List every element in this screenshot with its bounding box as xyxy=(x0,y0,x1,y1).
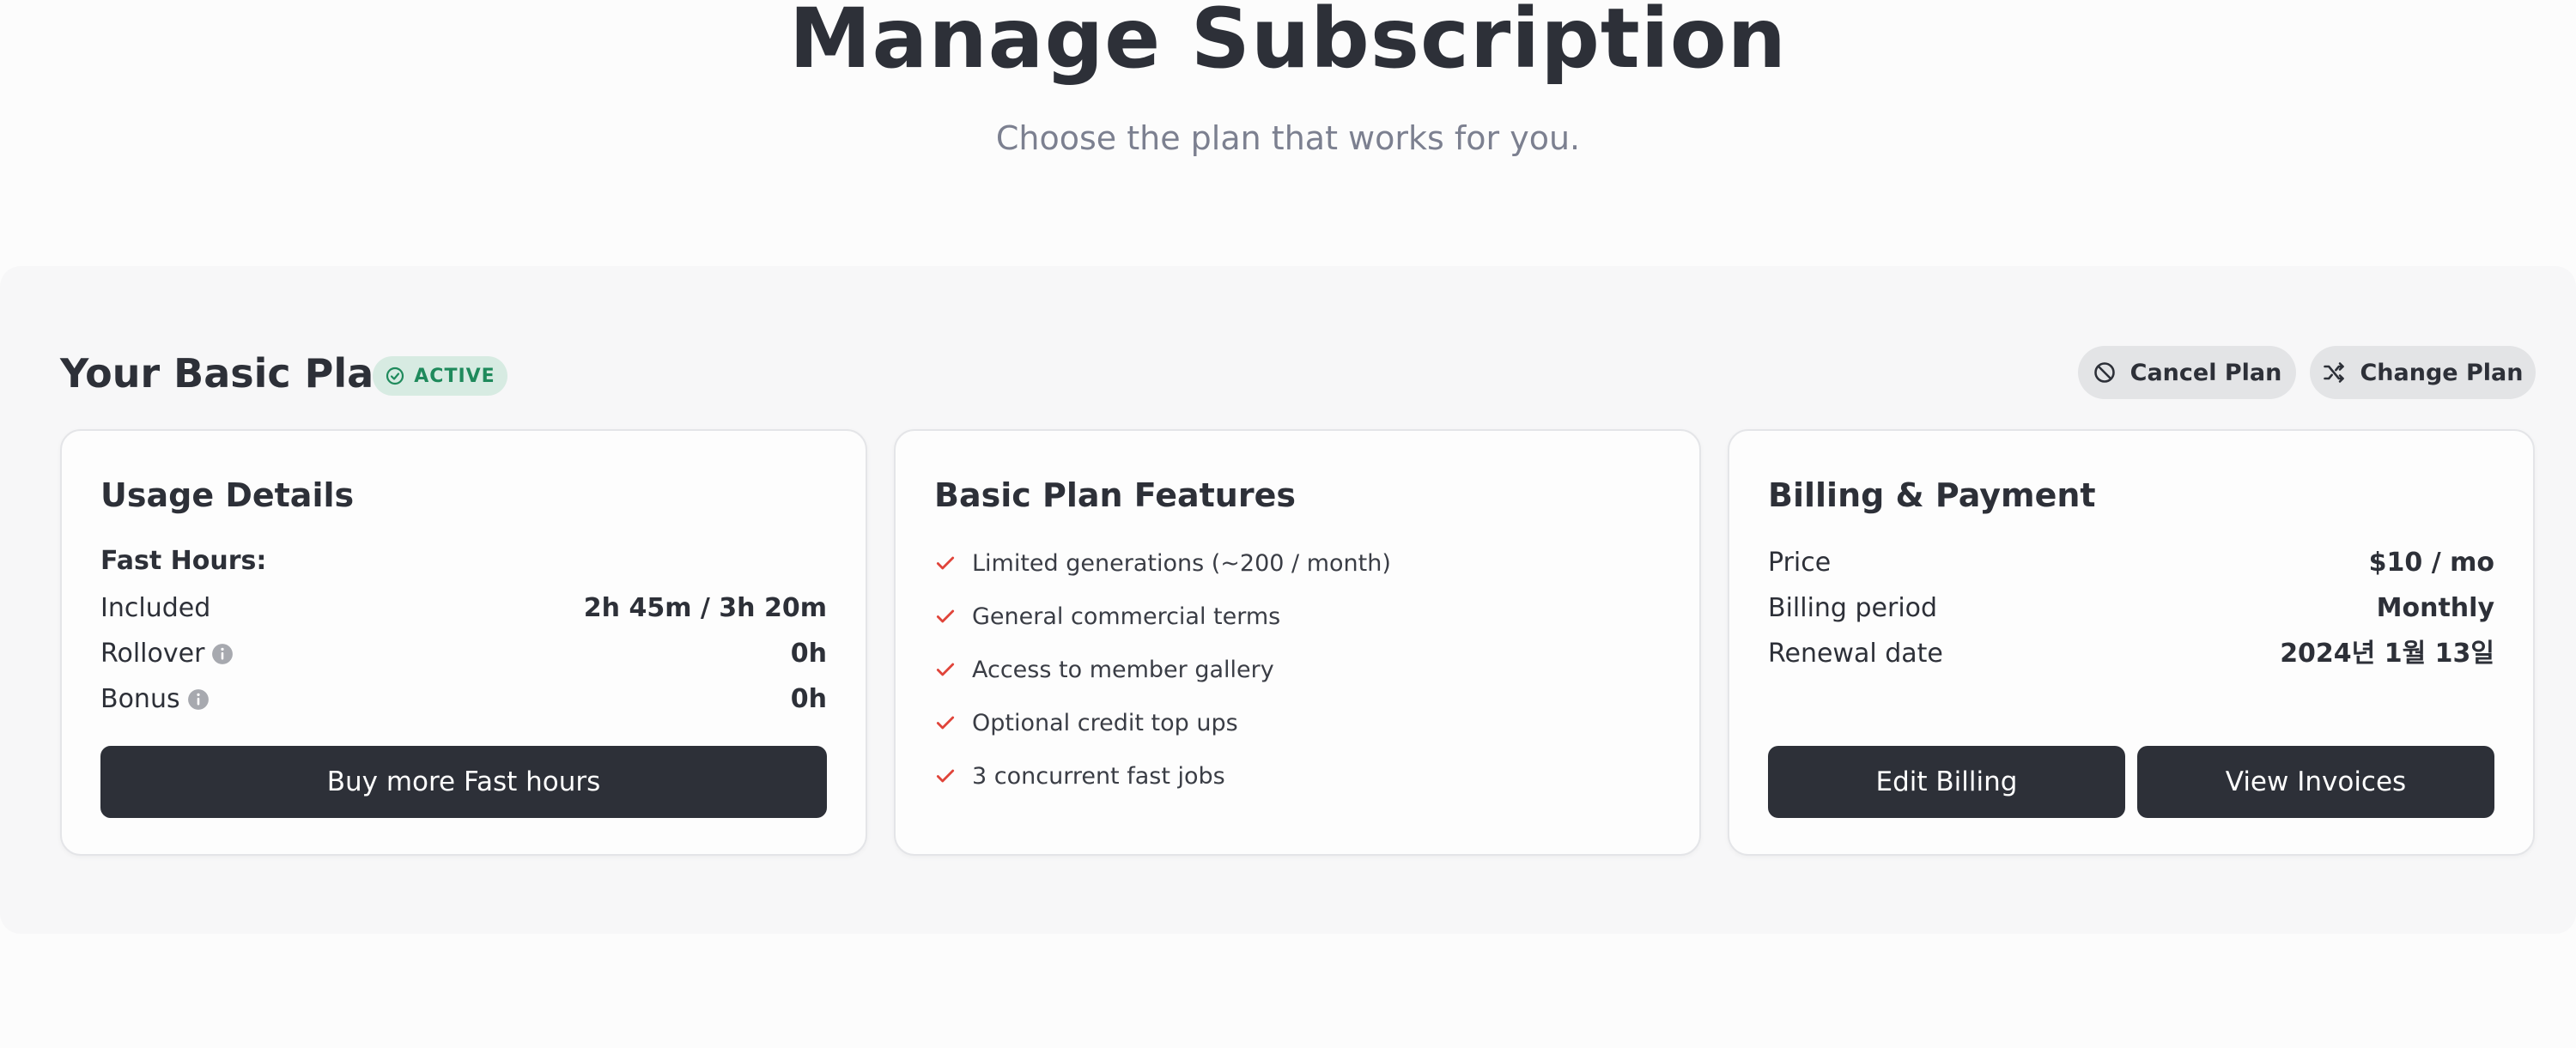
usage-card-title: Usage Details xyxy=(100,476,355,514)
plan-title: Your Basic Plan xyxy=(60,350,402,397)
usage-row-value: 2h 45m / 3h 20m xyxy=(583,593,827,623)
usage-row-included: Included 2h 45m / 3h 20m xyxy=(100,590,827,627)
page-subtitle: Choose the plan that works for you. xyxy=(995,119,1581,157)
info-icon[interactable] xyxy=(211,643,234,665)
info-icon[interactable] xyxy=(187,688,210,711)
billing-row-label: Renewal date xyxy=(1768,639,1943,669)
edit-billing-button[interactable]: Edit Billing xyxy=(1768,746,2125,818)
view-invoices-button[interactable]: View Invoices xyxy=(2137,746,2494,818)
billing-row-value: 2024년 1월 13일 xyxy=(2280,639,2494,669)
feature-item: 3 concurrent fast jobs xyxy=(934,757,1225,795)
usage-row-rollover: Rollover 0h xyxy=(100,635,827,673)
billing-card-title: Billing & Payment xyxy=(1768,476,2096,514)
billing-row-price: Price $10 / mo xyxy=(1768,544,2494,582)
change-plan-button[interactable]: Change Plan xyxy=(2310,346,2536,399)
billing-row-renewal: Renewal date 2024년 1월 13일 xyxy=(1768,635,2494,673)
billing-row-period: Billing period Monthly xyxy=(1768,590,2494,627)
page-title: Manage Subscription xyxy=(789,0,1787,87)
check-icon xyxy=(936,716,955,730)
usage-details-card: Usage Details Fast Hours: Included 2h 45… xyxy=(60,429,867,856)
usage-row-label: Included xyxy=(100,593,211,623)
feature-text: Optional credit top ups xyxy=(972,709,1238,736)
feature-text: General commercial terms xyxy=(972,603,1281,630)
plan-features-card: Basic Plan Features Limited generations … xyxy=(894,429,1701,856)
billing-row-label: Price xyxy=(1768,548,1832,578)
billing-payment-card: Billing & Payment Price $10 / mo Billing… xyxy=(1728,429,2535,856)
usage-row-bonus: Bonus 0h xyxy=(100,681,827,718)
cancel-plan-label: Cancel Plan xyxy=(2129,359,2282,386)
status-badge: ACTIVE xyxy=(373,356,507,396)
usage-row-value: 0h xyxy=(790,684,827,714)
feature-text: Limited generations (~200 / month) xyxy=(972,549,1391,577)
check-icon xyxy=(936,769,955,783)
feature-text: 3 concurrent fast jobs xyxy=(972,762,1225,790)
usage-row-value: 0h xyxy=(790,639,827,669)
billing-row-value: Monthly xyxy=(2376,593,2494,623)
check-icon xyxy=(936,556,955,570)
features-card-title: Basic Plan Features xyxy=(934,476,1296,514)
usage-row-label-wrap: Rollover xyxy=(100,635,234,673)
check-icon xyxy=(936,663,955,676)
billing-row-value: $10 / mo xyxy=(2368,548,2494,578)
change-plan-label: Change Plan xyxy=(2360,359,2524,386)
feature-text: Access to member gallery xyxy=(972,656,1274,683)
billing-row-label: Billing period xyxy=(1768,593,1938,623)
usage-row-label: Bonus xyxy=(100,684,180,714)
fast-hours-label: Fast Hours: xyxy=(100,546,267,576)
buy-fast-hours-button[interactable]: Buy more Fast hours xyxy=(100,746,827,818)
ban-icon xyxy=(2093,362,2115,383)
feature-item: Access to member gallery xyxy=(934,651,1274,688)
cancel-plan-button[interactable]: Cancel Plan xyxy=(2078,346,2296,399)
check-circle-icon xyxy=(386,366,404,385)
feature-item: Optional credit top ups xyxy=(934,704,1238,742)
feature-item: Limited generations (~200 / month) xyxy=(934,544,1391,582)
status-badge-label: ACTIVE xyxy=(414,365,495,387)
usage-row-label-wrap: Bonus xyxy=(100,681,210,718)
feature-item: General commercial terms xyxy=(934,597,1280,635)
check-icon xyxy=(936,609,955,623)
usage-row-label: Rollover xyxy=(100,639,205,669)
shuffle-icon xyxy=(2324,362,2345,383)
